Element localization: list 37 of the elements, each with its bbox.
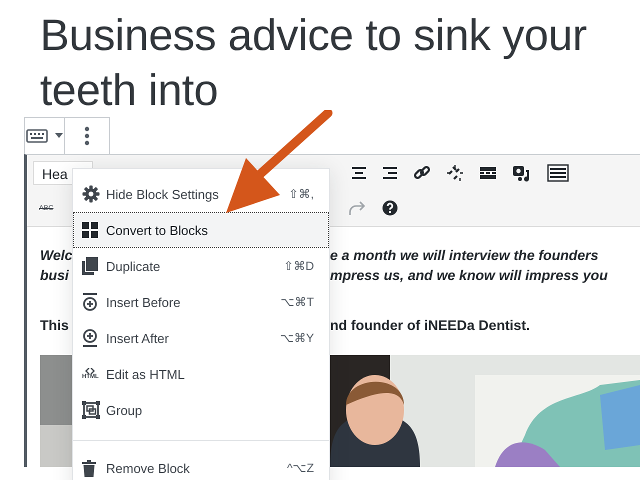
keyboard-icon bbox=[26, 129, 50, 143]
block-type-button[interactable] bbox=[25, 118, 65, 154]
align-right-icon[interactable] bbox=[382, 166, 398, 180]
trash-icon bbox=[82, 460, 96, 476]
menu-item[interactable]: Duplicate ⇧⌘D bbox=[73, 248, 329, 284]
shortcut-text: ⌥⌘Y bbox=[280, 331, 314, 345]
caret-icon bbox=[54, 133, 63, 139]
menu-item[interactable]: Group bbox=[73, 392, 329, 428]
menu-item[interactable]: Convert to Blocks bbox=[73, 212, 329, 248]
shortcut-text: ^⌥Z bbox=[287, 461, 314, 475]
menu-item[interactable]: Insert After ⌥⌘Y bbox=[73, 320, 329, 356]
group-icon bbox=[82, 401, 100, 419]
intro-text: Welc bbox=[40, 246, 72, 265]
align-center-icon[interactable] bbox=[351, 166, 367, 180]
shortcut-text: ⇧⌘, bbox=[288, 187, 314, 201]
keyboard-icon[interactable] bbox=[547, 164, 569, 182]
insert-after-icon bbox=[82, 329, 98, 347]
help-icon[interactable] bbox=[382, 200, 398, 216]
media-icon[interactable] bbox=[512, 164, 532, 182]
byline-text: nd founder of iNEEDa Dentist. bbox=[330, 316, 530, 335]
insert-before-icon bbox=[82, 293, 98, 311]
post-title[interactable]: Business advice to sink your teeth into bbox=[0, 0, 600, 117]
link-icon[interactable] bbox=[413, 164, 431, 182]
menu-item[interactable]: Insert Before ⌥⌘T bbox=[73, 284, 329, 320]
intro-text: e a month we will interview the founders bbox=[330, 246, 598, 265]
grid-icon bbox=[82, 222, 98, 238]
shortcut-text: ⌥⌘T bbox=[280, 295, 314, 309]
vertical-dots-icon bbox=[84, 126, 90, 146]
read-more-icon[interactable] bbox=[479, 166, 497, 180]
byline-text: This bbox=[40, 316, 69, 335]
menu-item[interactable]: Remove Block ^⌥Z bbox=[73, 450, 329, 480]
duplicate-icon bbox=[82, 257, 98, 275]
gear-icon bbox=[82, 185, 100, 203]
shortcut-text: ⇧⌘D bbox=[283, 259, 314, 273]
intro-text: busi bbox=[40, 266, 69, 285]
intro-text: mpress us, and we know will impress you bbox=[330, 266, 608, 285]
unlink-icon[interactable] bbox=[446, 164, 464, 182]
